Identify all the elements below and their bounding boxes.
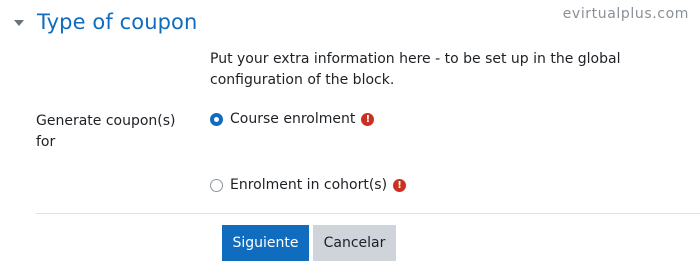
info-text: Put your extra information here - to be … [210, 51, 621, 88]
next-button[interactable]: Siguiente [222, 225, 309, 261]
section-header: Type of coupon [14, 10, 197, 34]
cancel-button[interactable]: Cancelar [313, 225, 396, 261]
exclamation-circle-icon: ! [361, 112, 375, 126]
radio-course-enrolment[interactable] [210, 112, 223, 126]
form-divider [36, 213, 700, 214]
radio-option-cohort-enrolment[interactable]: Enrolment in cohort(s) ! [210, 177, 407, 193]
generate-coupons-label: Generate coupon(s) for [36, 113, 176, 150]
exclamation-circle-icon: ! [393, 178, 407, 192]
required-glyph: ! [397, 179, 402, 191]
radio-cohort-enrolment[interactable] [210, 178, 223, 192]
section-title[interactable]: Type of coupon [37, 10, 197, 34]
radio-label-cohort-enrolment[interactable]: Enrolment in cohort(s) [230, 177, 387, 193]
section-collapse-toggle[interactable]: Type of coupon [14, 10, 197, 34]
radio-label-course-enrolment[interactable]: Course enrolment [230, 111, 355, 127]
required-glyph: ! [365, 113, 371, 125]
radio-option-course-enrolment[interactable]: Course enrolment ! [210, 111, 375, 127]
caret-down-icon[interactable] [14, 20, 24, 26]
watermark-text: evirtualplus.com [562, 6, 689, 22]
